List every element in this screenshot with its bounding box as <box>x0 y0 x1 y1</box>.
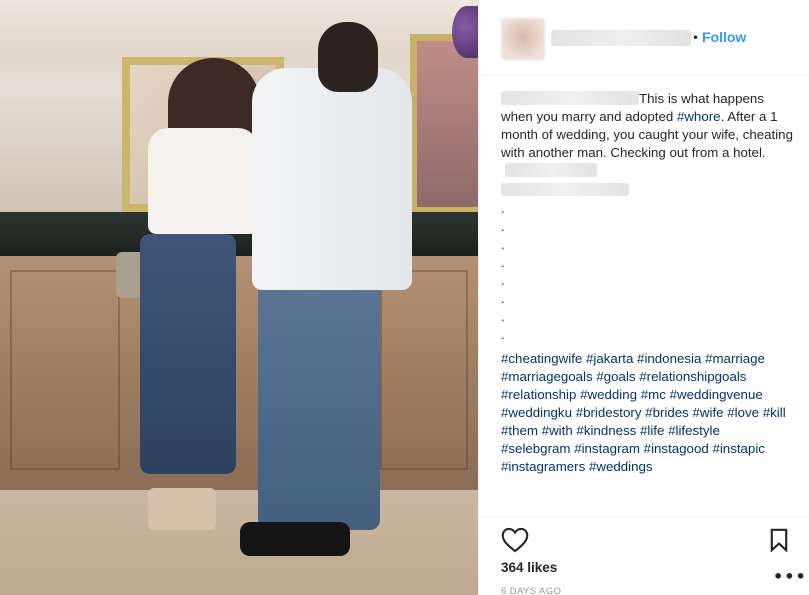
post-caption: This is what happens when you marry and … <box>501 90 793 476</box>
photo-mirror-frame-right <box>410 34 478 214</box>
caption-username-redacted[interactable] <box>501 91 639 105</box>
hashtag-link[interactable]: #marriagegoals <box>501 369 593 384</box>
hashtag-link[interactable]: #cheatingwife <box>501 351 582 366</box>
counter-panel <box>10 270 120 470</box>
post-photo[interactable] <box>0 0 478 595</box>
caption-dot: . <box>501 201 505 216</box>
man-figure-head <box>318 22 378 92</box>
follow-button[interactable]: Follow <box>702 29 746 45</box>
photo-floor <box>0 490 478 595</box>
hashtag-link[interactable]: #love <box>727 405 759 420</box>
man-figure-shirt <box>252 68 412 290</box>
hashtag-link[interactable]: #brides <box>645 405 689 420</box>
man-figure-jeans <box>258 280 380 530</box>
caption-dot: . <box>501 219 505 234</box>
heart-icon[interactable] <box>501 527 529 553</box>
hashtag-list: #cheatingwife #jakarta #indonesia #marri… <box>501 350 793 476</box>
caption-dot: . <box>501 237 505 252</box>
hashtag-link[interactable]: #kindness <box>576 423 636 438</box>
hashtag-link[interactable]: #goals <box>596 369 635 384</box>
caption-dot: . <box>501 291 505 306</box>
hashtag-link[interactable]: #with <box>542 423 573 438</box>
hashtag-link[interactable]: #instagood <box>644 441 709 456</box>
photo-flowers <box>452 6 478 58</box>
photo-ceiling-light <box>0 0 478 60</box>
caption-dots: . . . . . . . . <box>501 200 793 344</box>
caption-dot: . <box>501 273 505 288</box>
post-timestamp[interactable]: 6 DAYS AGO <box>501 586 561 595</box>
hashtag-link[interactable]: #wife <box>693 405 724 420</box>
post-side-panel: • Follow This is what happens when you m… <box>478 0 809 595</box>
post-header: • Follow <box>479 0 809 76</box>
man-figure-shoes <box>240 522 350 556</box>
header-separator: • <box>692 31 700 45</box>
caption-dot: . <box>501 309 505 324</box>
counter-panel <box>380 270 468 470</box>
bookmark-icon[interactable] <box>769 528 789 552</box>
hashtag-link[interactable]: #wedding <box>580 387 637 402</box>
hashtag-link[interactable]: #them <box>501 423 538 438</box>
woman-figure-shoes <box>148 488 216 530</box>
hashtag-link[interactable]: #indonesia <box>637 351 701 366</box>
username-redacted[interactable] <box>551 30 691 46</box>
hashtag-link[interactable]: #bridestory <box>576 405 642 420</box>
hashtag-link[interactable]: #lifestyle <box>668 423 720 438</box>
caption-dot: . <box>501 327 505 342</box>
photo-counter <box>0 256 478 496</box>
hashtag-link[interactable]: #relationshipgoals <box>639 369 746 384</box>
avatar[interactable] <box>501 18 545 60</box>
more-options-icon[interactable]: ••• <box>773 567 807 586</box>
hashtag-link[interactable]: #instagramers <box>501 459 585 474</box>
hashtag-link[interactable]: #marriage <box>705 351 765 366</box>
hashtag-link[interactable]: #mc <box>641 387 666 402</box>
hashtag-link[interactable]: #whore <box>677 109 721 124</box>
hashtag-link[interactable]: #life <box>640 423 664 438</box>
caption-redacted-mention <box>505 163 597 177</box>
caption-redacted-line <box>501 183 629 196</box>
hashtag-link[interactable]: #weddings <box>589 459 653 474</box>
hashtag-link[interactable]: #instagram <box>574 441 640 456</box>
woman-figure-top <box>148 128 258 234</box>
hashtag-link[interactable]: #jakarta <box>586 351 633 366</box>
hashtag-link[interactable]: #kill <box>763 405 786 420</box>
hashtag-link[interactable]: #selebgram <box>501 441 570 456</box>
caption-dot: . <box>501 255 505 270</box>
woman-figure-jeans <box>140 234 236 474</box>
hashtag-link[interactable]: #weddingku <box>501 405 572 420</box>
hashtag-link[interactable]: #weddingvenue <box>670 387 763 402</box>
likes-count[interactable]: 364 likes <box>501 560 557 575</box>
post-actions: 364 likes 6 DAYS AGO ••• <box>479 516 809 595</box>
hashtag-link[interactable]: #relationship <box>501 387 576 402</box>
hashtag-link[interactable]: #instapic <box>712 441 764 456</box>
